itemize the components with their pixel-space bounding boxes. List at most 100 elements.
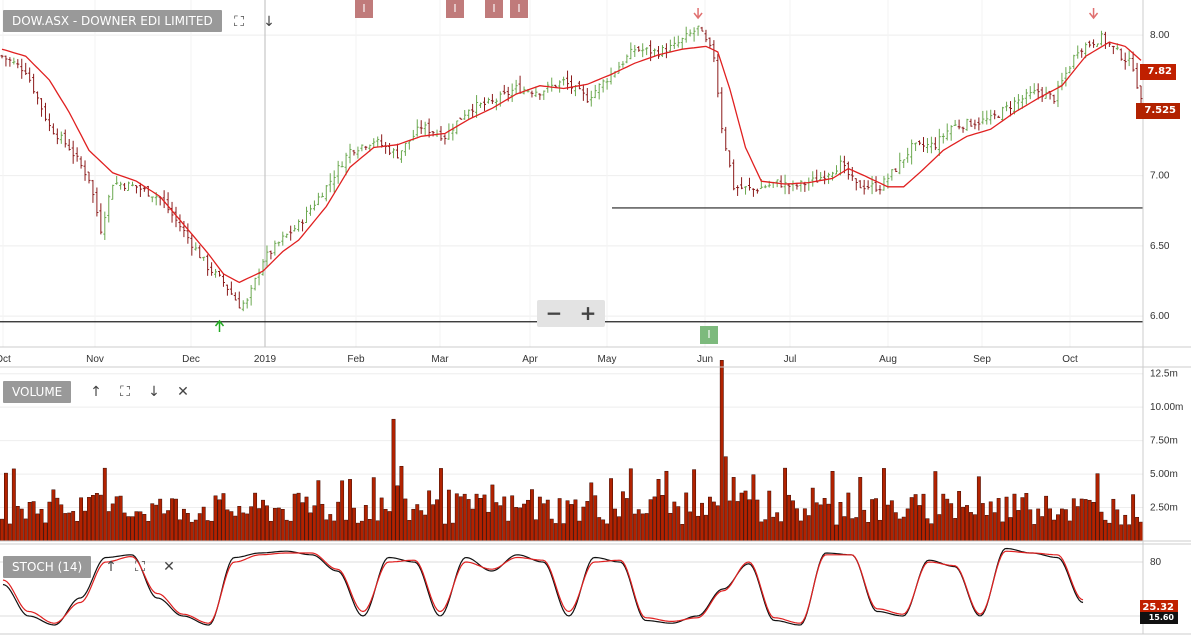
price-bar xyxy=(186,223,190,244)
volume-bar xyxy=(197,513,202,542)
price-bar xyxy=(423,121,427,136)
price-bar xyxy=(467,109,471,120)
price-bar xyxy=(929,136,933,154)
volume-bar xyxy=(300,502,305,542)
zoom-out-button[interactable]: − xyxy=(537,300,571,327)
volume-bar xyxy=(502,496,507,542)
event-marker[interactable]: I xyxy=(355,0,373,18)
volume-bar xyxy=(340,480,345,542)
volume-bar xyxy=(371,477,376,542)
event-marker[interactable]: I xyxy=(700,326,718,344)
fullscreen-icon[interactable]: ⛶ xyxy=(118,385,132,399)
volume-bar xyxy=(656,479,661,542)
price-bar xyxy=(965,118,969,131)
price-bar xyxy=(28,67,32,83)
volume-bar xyxy=(158,498,163,542)
fullscreen-icon[interactable]: ⛶ xyxy=(232,15,246,29)
price-bar xyxy=(831,171,835,181)
volume-bar xyxy=(905,508,910,542)
price-bar xyxy=(969,118,973,127)
price-bar xyxy=(261,259,265,276)
volume-bar xyxy=(245,513,250,542)
price-bar xyxy=(360,144,364,152)
volume-bar xyxy=(763,519,768,542)
volume-bar xyxy=(304,496,309,542)
zoom-in-button[interactable]: + xyxy=(571,300,605,327)
volume-bar xyxy=(316,480,321,542)
volume-bar xyxy=(1008,517,1013,542)
price-bar xyxy=(1092,39,1096,48)
price-bar xyxy=(91,179,95,203)
volume-bar xyxy=(423,514,428,542)
price-bar xyxy=(210,262,214,276)
volume-bar xyxy=(514,507,519,542)
stoch-panel-title: STOCH (14) xyxy=(3,556,92,578)
volume-bar xyxy=(648,499,653,542)
price-bar xyxy=(514,79,518,94)
volume-tick-label: 5.00m xyxy=(1150,469,1178,480)
price-bar xyxy=(906,147,910,163)
volume-bar xyxy=(320,503,325,542)
price-bar xyxy=(245,298,249,309)
month-tick-label: Nov xyxy=(86,354,104,365)
price-tick-label: 8.00 xyxy=(1150,30,1170,41)
volume-bar xyxy=(1056,514,1060,542)
price-bar xyxy=(941,133,945,144)
arrow-up-icon[interactable]: ↑ xyxy=(104,560,118,574)
event-marker[interactable]: I xyxy=(446,0,464,18)
volume-bar xyxy=(387,511,392,542)
volume-bar xyxy=(482,494,487,542)
price-bar xyxy=(218,270,222,277)
price-bar xyxy=(985,110,989,125)
arrow-down-icon[interactable]: ↓ xyxy=(262,15,276,29)
volume-bar xyxy=(834,524,839,542)
volume-bar xyxy=(779,521,784,542)
price-bar xyxy=(700,26,704,32)
volume-bar xyxy=(443,523,447,542)
price-bar xyxy=(542,90,546,100)
volume-bar xyxy=(1040,516,1045,542)
price-bar xyxy=(123,182,127,191)
volume-bar xyxy=(233,515,238,542)
price-bar xyxy=(119,181,123,190)
price-bar xyxy=(898,152,902,175)
fullscreen-icon[interactable]: ⛶ xyxy=(133,560,147,574)
price-bar xyxy=(364,145,368,151)
price-bar xyxy=(308,204,312,216)
price-bar xyxy=(36,91,40,105)
close-icon[interactable]: ✕ xyxy=(176,385,190,399)
arrow-up-icon[interactable]: ↑ xyxy=(89,385,103,399)
price-bar xyxy=(625,54,629,64)
price-bar xyxy=(676,35,680,48)
volume-bar xyxy=(138,511,143,542)
volume-bar xyxy=(664,470,669,542)
price-bar xyxy=(1064,67,1068,87)
price-bar xyxy=(530,90,534,98)
event-marker[interactable]: I xyxy=(510,0,528,18)
price-bar xyxy=(214,268,218,278)
volume-bar xyxy=(122,512,127,542)
arrow-down-icon[interactable]: ↓ xyxy=(147,385,161,399)
price-bar xyxy=(562,76,566,86)
price-bar xyxy=(894,168,898,173)
price-bar xyxy=(233,292,237,301)
sell-signal-arrow xyxy=(1088,8,1099,20)
price-bar xyxy=(356,146,360,159)
volume-bar xyxy=(79,497,84,542)
price-bar xyxy=(395,143,399,159)
price-bar xyxy=(1072,54,1076,69)
price-bar xyxy=(332,170,336,193)
price-bar xyxy=(146,185,150,197)
price-bar xyxy=(977,117,981,131)
volume-bar xyxy=(229,511,234,542)
close-icon[interactable]: ✕ xyxy=(162,560,176,574)
volume-bar xyxy=(731,477,736,542)
price-bar xyxy=(380,134,384,148)
volume-bar xyxy=(1020,497,1025,542)
month-tick-label: Oct xyxy=(1062,354,1078,365)
price-bar xyxy=(134,185,138,194)
price-bar xyxy=(585,87,589,103)
volume-bar xyxy=(711,501,716,542)
event-marker[interactable]: I xyxy=(485,0,503,18)
volume-bar xyxy=(162,513,167,542)
